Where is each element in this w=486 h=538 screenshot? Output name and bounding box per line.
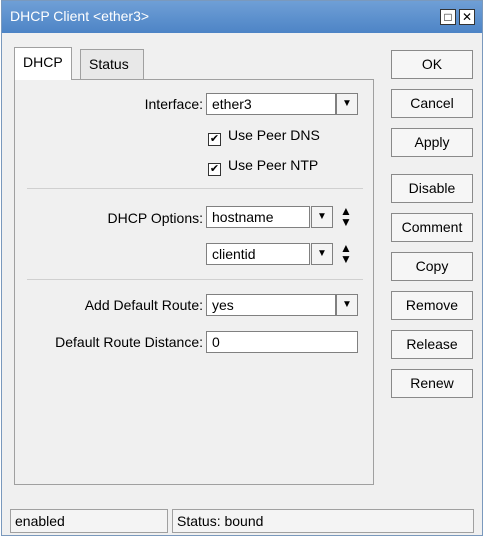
close-icon[interactable]: ✕ (459, 9, 475, 25)
dhcp-option-dropdown-icon[interactable]: ▼ (311, 206, 333, 228)
use-peer-dns-checkbox[interactable]: ✔ Use Peer DNS (208, 127, 320, 146)
apply-button[interactable]: Apply (391, 128, 473, 157)
default-route-distance-label: Default Route Distance: (55, 334, 203, 350)
add-default-route-dropdown-icon[interactable]: ▼ (336, 294, 358, 316)
title-bar[interactable]: DHCP Client <ether3> □ ✕ (2, 1, 482, 33)
separator (27, 188, 363, 189)
add-default-route-label: Add Default Route: (84, 297, 203, 313)
tab-dhcp[interactable]: DHCP (14, 47, 72, 80)
disable-button[interactable]: Disable (391, 174, 473, 203)
use-peer-ntp-label: Use Peer NTP (228, 157, 319, 173)
status-enabled: enabled (10, 509, 168, 533)
interface-select[interactable]: ether3 (206, 93, 336, 115)
interface-dropdown-icon[interactable]: ▼ (336, 93, 358, 115)
use-peer-ntp-checkbox[interactable]: ✔ Use Peer NTP (208, 157, 318, 176)
dhcp-option-field[interactable]: clientid (206, 243, 310, 265)
remove-button[interactable]: Remove (391, 291, 473, 320)
comment-button[interactable]: Comment (391, 213, 473, 242)
ok-button[interactable]: OK (391, 50, 473, 79)
use-peer-dns-label: Use Peer DNS (228, 127, 320, 143)
dhcp-options-label: DHCP Options: (107, 210, 203, 226)
reorder-icon[interactable]: ▲ ▼ (339, 242, 353, 265)
restore-icon[interactable]: □ (440, 9, 456, 25)
down-arrow-icon[interactable]: ▼ (339, 253, 353, 265)
cancel-button[interactable]: Cancel (391, 89, 473, 118)
renew-button[interactable]: Renew (391, 369, 473, 398)
dhcp-option-dropdown-icon[interactable]: ▼ (311, 243, 333, 265)
dhcp-panel: Interface: ether3 ▼ ✔ Use Peer DNS ✔ Use P… (14, 79, 374, 485)
release-button[interactable]: Release (391, 330, 473, 359)
copy-button[interactable]: Copy (391, 252, 473, 281)
separator (27, 279, 363, 280)
tab-status[interactable]: Status (80, 49, 144, 79)
down-arrow-icon[interactable]: ▼ (339, 216, 353, 228)
default-route-distance-input[interactable]: 0 (206, 331, 358, 353)
checkmark-icon: ✔ (208, 163, 221, 176)
dhcp-client-window: DHCP Client <ether3> □ ✕ DHCP Status Int… (1, 0, 483, 536)
interface-label: Interface: (144, 96, 203, 112)
add-default-route-select[interactable]: yes (206, 294, 336, 316)
dhcp-option-field[interactable]: hostname (206, 206, 310, 228)
status-bound: Status: bound (172, 509, 474, 533)
window-title: DHCP Client <ether3> (10, 8, 150, 24)
checkmark-icon: ✔ (208, 133, 221, 146)
reorder-icon[interactable]: ▲ ▼ (339, 205, 353, 228)
